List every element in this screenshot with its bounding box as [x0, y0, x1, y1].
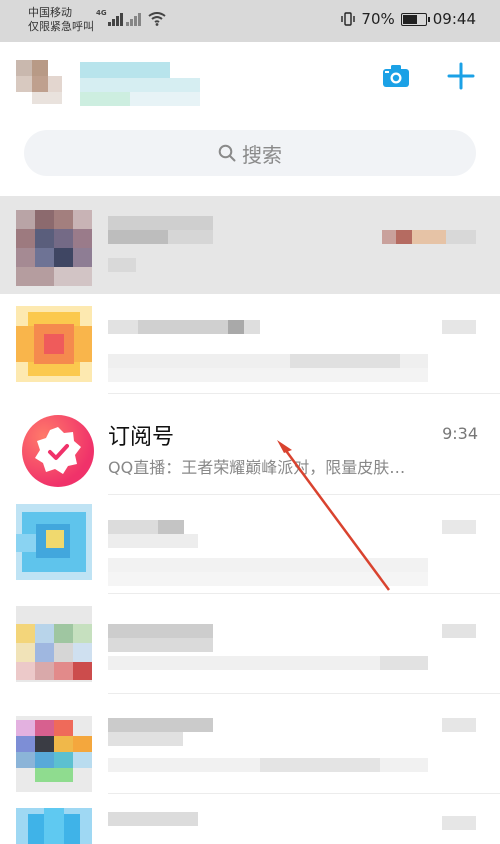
camera-icon[interactable] — [382, 64, 410, 88]
conversation-title: 订阅号 — [108, 425, 175, 450]
network-type: 4G — [96, 9, 107, 17]
signal-icon-secondary — [126, 12, 141, 26]
conversation-preview: QQ直播：王者荣耀巅峰派对，限量皮肤… — [108, 458, 406, 477]
search-bar[interactable]: 搜索 — [24, 130, 476, 176]
search-placeholder: 搜索 — [242, 142, 282, 167]
carrier-info: 中国移动 仅限紧急呼叫 — [28, 6, 94, 34]
battery-icon — [400, 12, 430, 26]
battery-percent: 70% — [361, 10, 395, 28]
verified-badge-icon — [35, 427, 81, 474]
user-avatar[interactable] — [16, 60, 200, 108]
avatar — [16, 808, 92, 844]
signal-icon — [108, 12, 123, 26]
list-item[interactable] — [0, 794, 500, 844]
conversation-time: 9:34 — [442, 424, 478, 443]
list-item[interactable] — [0, 594, 500, 692]
plus-icon[interactable] — [447, 62, 475, 90]
subscription-avatar — [22, 415, 94, 487]
avatar — [16, 504, 92, 580]
status-right: 70% 09:44 — [341, 10, 476, 28]
list-item[interactable] — [0, 494, 500, 592]
clock: 09:44 — [432, 10, 476, 28]
carrier-name: 中国移动 — [28, 6, 72, 19]
list-item[interactable] — [0, 196, 500, 294]
status-bar: 中国移动 仅限紧急呼叫 4G 70% 09:44 — [0, 0, 500, 42]
search-icon — [218, 144, 236, 162]
avatar — [16, 716, 92, 792]
list-item[interactable] — [0, 294, 500, 392]
avatar — [16, 210, 92, 286]
wifi-icon — [148, 12, 166, 26]
list-item[interactable] — [0, 694, 500, 792]
avatar — [16, 606, 92, 682]
vibrate-icon — [341, 12, 356, 26]
avatar — [16, 306, 92, 382]
carrier-emergency: 仅限紧急呼叫 — [28, 20, 94, 33]
app-header — [0, 42, 500, 122]
